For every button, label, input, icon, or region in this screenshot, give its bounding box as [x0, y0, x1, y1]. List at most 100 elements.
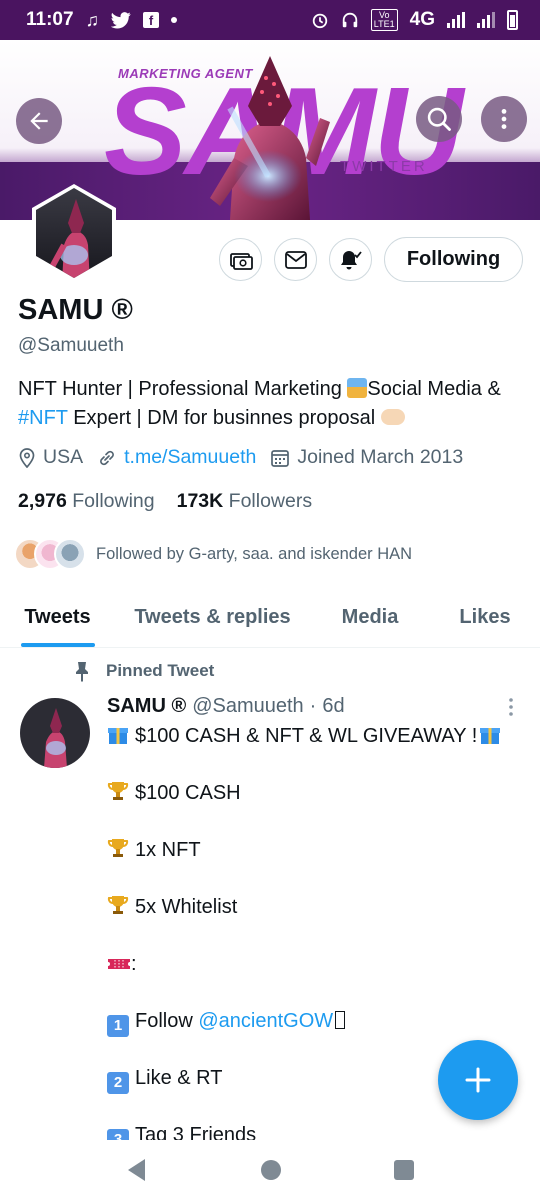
nav-recents-icon[interactable] [393, 1159, 415, 1181]
tweet-step-1-text: Follow [135, 1010, 199, 1032]
trophy-emoji-icon [107, 839, 129, 857]
more-vertical-icon [501, 109, 507, 129]
location-item: USA [18, 446, 83, 469]
tab-tweets-replies[interactable]: Tweets & replies [115, 588, 310, 647]
music-icon: ♫ [85, 9, 100, 30]
tweet-author-handle[interactable]: @Samuueth [192, 695, 303, 718]
followers-label: Followers [228, 490, 313, 512]
keycap-2-icon: 2 [107, 1072, 129, 1094]
pinned-label-row: Pinned Tweet [72, 660, 214, 682]
following-button[interactable]: Following [384, 237, 523, 282]
tab-tweets[interactable]: Tweets [0, 588, 115, 647]
joined-text: Joined March 2013 [297, 446, 464, 468]
tweet-line-tickets: : [107, 950, 527, 978]
location-text: USA [43, 446, 84, 468]
trophy-emoji-icon [107, 896, 129, 914]
profile-tabs: Tweets Tweets & replies Media Likes [0, 588, 540, 648]
missing-glyph-icon [335, 1011, 346, 1029]
profile-avatar[interactable] [24, 183, 124, 283]
tweet-dot: · [309, 695, 317, 717]
followed-by-text: Followed by G-arty, saa. and iskender HA… [96, 544, 413, 563]
tweet-prize-1: $100 CASH [135, 782, 241, 804]
bio-text-2: Social Media & [367, 378, 501, 400]
signal-icon [447, 12, 465, 28]
tweet-mention-link[interactable]: @ancientGOW [198, 1010, 333, 1032]
notifications-button[interactable] [329, 238, 372, 281]
location-pin-icon [19, 447, 35, 468]
following-count: 2,976 [18, 490, 67, 512]
follower-avatar-3 [54, 538, 86, 570]
signal-2-icon [477, 12, 495, 28]
search-button[interactable] [416, 96, 462, 142]
search-icon [427, 107, 451, 131]
back-button[interactable] [16, 98, 62, 144]
more-vertical-icon [509, 698, 513, 716]
battery-icon [507, 10, 518, 30]
tweet-line-step-1: 1 Follow @ancientGOW [107, 1007, 527, 1037]
tweet-author-name[interactable]: SAMU ® [107, 695, 186, 718]
profile-bio: NFT Hunter | Professional Marketing Soci… [18, 375, 528, 433]
money-icon [229, 252, 253, 270]
tweet-prize-3: 5x Whitelist [135, 896, 238, 918]
followers-count: 173K [176, 490, 224, 512]
notification-dot-icon [171, 17, 178, 23]
nft-hexagon-avatar [32, 184, 116, 282]
tweet-time[interactable]: 6d [322, 695, 344, 718]
tweet-header: SAMU ® @Samuueth · 6d [107, 695, 345, 718]
website-item[interactable]: t.me/Samuueth [97, 446, 256, 469]
following-count-link[interactable]: 2,976 Following [18, 490, 155, 513]
inbox-tray-emoji-icon [347, 378, 368, 398]
tweet-colon: : [131, 953, 137, 975]
gift-emoji-icon [108, 728, 128, 744]
website-link[interactable]: t.me/Samuueth [124, 446, 256, 469]
followers-count-link[interactable]: 173K Followers [177, 490, 312, 513]
tweet-more-button[interactable] [502, 696, 520, 725]
gift-emoji-icon [480, 728, 501, 744]
tweet-step-2-text: Like & RT [135, 1067, 223, 1089]
compose-tweet-button[interactable] [438, 1040, 518, 1120]
bio-text-3: Expert | DM for businnes proposal [67, 407, 381, 429]
pin-icon [76, 662, 88, 682]
compose-plus-icon [465, 1067, 491, 1093]
profile-meta: USA t.me/Samuueth Joined March 2013 [18, 446, 463, 469]
tweet-line-prize-2: 1x NFT [107, 836, 527, 864]
profile-handle: @Samuueth [18, 335, 124, 356]
followed-by-row[interactable]: Followed by G-arty, saa. and iskender HA… [14, 538, 412, 570]
tweet-line-prize-3: 5x Whitelist [107, 893, 527, 921]
tweet-line-prize-1: $100 CASH [107, 779, 527, 807]
keycap-1-icon: 1 [107, 1015, 129, 1037]
headset-icon [342, 12, 357, 28]
alarm-icon [312, 13, 327, 29]
facebook-icon: f [143, 12, 160, 28]
robot-figure-image [210, 56, 330, 220]
message-button[interactable] [274, 238, 317, 281]
bio-hashtag-link[interactable]: #NFT [18, 407, 68, 429]
system-nav-bar [0, 1140, 540, 1200]
bell-icon [340, 250, 362, 269]
tab-media[interactable]: Media [310, 588, 430, 647]
status-time: 11:07 [26, 9, 74, 30]
tip-button[interactable] [219, 238, 262, 281]
following-label: Following [72, 490, 155, 512]
tab-likes[interactable]: Likes [430, 588, 540, 647]
twitter-bird-icon [111, 11, 131, 28]
arrow-left-icon [30, 112, 48, 130]
link-icon [100, 450, 115, 465]
handshake-emoji-icon [380, 409, 405, 425]
status-bar: 11:07 ♫ f Vo LTE1 4G [0, 0, 540, 40]
tweet-avatar[interactable] [20, 698, 90, 768]
joined-item: Joined March 2013 [270, 446, 463, 469]
bio-text-1: NFT Hunter | Professional Marketing [18, 378, 348, 400]
trophy-emoji-icon [107, 782, 129, 800]
profile-name: SAMU ® [18, 294, 133, 326]
pinned-text: Pinned Tweet [106, 661, 215, 680]
follow-counts: 2,976 Following 173K Followers [18, 490, 312, 513]
nav-home-icon[interactable] [259, 1158, 283, 1182]
network-type: 4G [409, 9, 435, 30]
mail-icon [284, 250, 307, 269]
ticket-emoji-icon [108, 959, 130, 969]
nav-back-icon[interactable] [125, 1157, 149, 1183]
tweet-title-text: $100 CASH & NFT & WL GIVEAWAY ! [135, 725, 478, 747]
more-options-button[interactable] [481, 96, 527, 142]
tweet-line-title: $100 CASH & NFT & WL GIVEAWAY ! [107, 722, 527, 750]
